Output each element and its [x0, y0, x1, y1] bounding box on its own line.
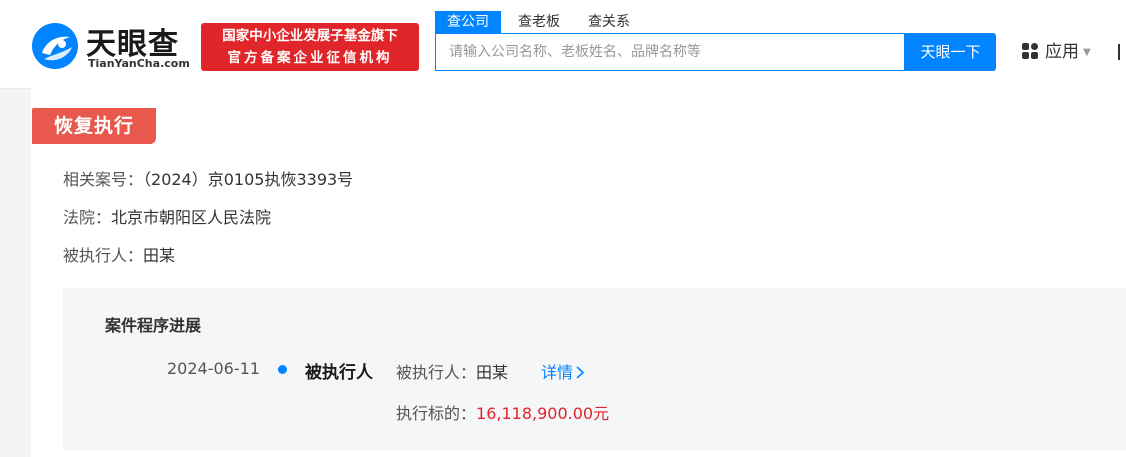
progress-executee-label: 被执行人：: [396, 363, 477, 382]
execution-amount: 执行标的：16,118,900.00元: [396, 400, 609, 424]
progress-role: 被执行人: [305, 363, 373, 383]
case-number-value: （2024）京0105执恢3393号: [143, 170, 354, 189]
executee-row: 被执行人：田某: [63, 242, 175, 266]
tab-search-company[interactable]: 查公司: [435, 11, 501, 33]
court-row: 法院：北京市朝阳区人民法院: [63, 204, 271, 228]
search-box: [435, 33, 905, 71]
execution-amount-label: 执行标的：: [396, 404, 477, 423]
progress-executee-value: 田某: [476, 363, 509, 382]
case-number-row: 相关案号：（2024）京0105执恢3393号: [63, 166, 353, 190]
logo-subtext: TianYanCha.com: [88, 57, 190, 70]
court-value: 北京市朝阳区人民法院: [111, 208, 272, 227]
apps-grid-icon: [1022, 43, 1038, 59]
case-progress-panel: 案件程序进展 2024-06-11 被执行人 被执行人：田某 详情 执行标的：1…: [63, 288, 1126, 450]
section-tag-resume-execution: 恢复执行: [32, 108, 156, 144]
banner-line-1: 国家中小企业发展子基金旗下: [222, 28, 398, 44]
progress-date: 2024-06-11: [167, 359, 260, 378]
progress-executee: 被执行人：田某: [396, 359, 508, 383]
truncated-nav-icon[interactable]: [1118, 44, 1126, 60]
chevron-right-icon: [576, 366, 585, 379]
search-button[interactable]: 天眼一下: [905, 33, 996, 71]
search-input[interactable]: [447, 34, 891, 70]
caret-down-icon: ▼: [1083, 47, 1091, 58]
tab-search-boss[interactable]: 查老板: [518, 11, 560, 33]
execution-amount-value: 16,118,900.00元: [476, 404, 610, 423]
site-header: 天眼查 TianYanCha.com 国家中小企业发展子基金旗下 官方备案企业征…: [0, 0, 1126, 89]
progress-title: 案件程序进展: [105, 316, 202, 335]
case-number-label: 相关案号：: [63, 170, 144, 189]
credential-banner: 国家中小企业发展子基金旗下 官方备案企业征信机构: [201, 23, 419, 71]
details-link-label: 详情: [541, 363, 574, 382]
banner-line-2: 官方备案企业征信机构: [227, 50, 393, 66]
site-logo[interactable]: 天眼查 TianYanCha.com: [32, 21, 192, 73]
details-link[interactable]: 详情: [541, 359, 585, 383]
apps-menu[interactable]: 应用 ▼: [1021, 40, 1091, 64]
tianyancha-logo-icon: [32, 23, 78, 69]
timeline-dot: [278, 365, 287, 374]
tab-search-relation[interactable]: 查关系: [588, 11, 630, 33]
apps-label: 应用: [1045, 42, 1079, 62]
executee-label: 被执行人：: [63, 246, 144, 265]
executee-value: 田某: [143, 246, 176, 265]
court-label: 法院：: [63, 208, 112, 227]
